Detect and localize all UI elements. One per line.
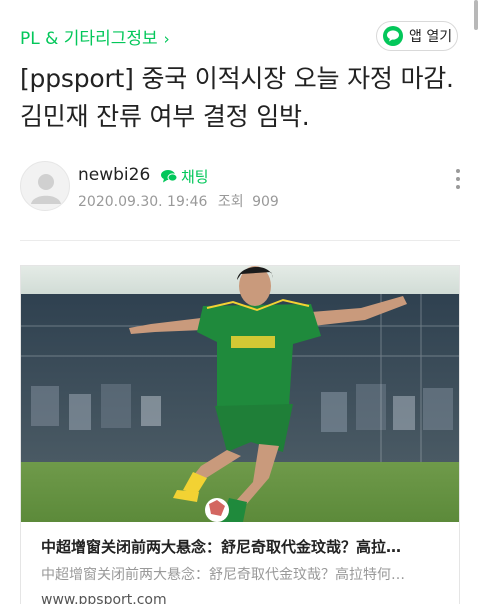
post-date: 2020.09.30. 19:46 <box>78 194 208 210</box>
author-nickname[interactable]: newbi26 <box>78 165 150 185</box>
chevron-right-icon: › <box>163 30 170 48</box>
views-count: 909 <box>252 194 279 210</box>
cafe-article-page: PL & 기타리그정보 › 앱 열기 [ppsport] 중국 이적시장 오늘 자… <box>0 0 480 604</box>
soccer-player-photo <box>21 266 459 522</box>
link-card-url[interactable]: www.ppsport.com <box>41 592 167 604</box>
open-app-label: 앱 열기 <box>409 29 453 45</box>
chat-icon <box>161 170 178 183</box>
views-label: 조회 <box>217 194 244 210</box>
chat-button[interactable]: 채팅 <box>160 166 209 187</box>
open-app-button[interactable]: 앱 열기 <box>376 21 458 51</box>
default-avatar-icon[interactable] <box>20 161 70 211</box>
link-card-title[interactable]: 中超增窗关闭前两大悬念：舒尼奇取代金玟哉？高拉… <box>41 536 441 557</box>
article-title: [ppsport] 중국 이적시장 오늘 자정 마감. 김민재 잔류 여부 결정… <box>20 64 454 131</box>
link-preview-card[interactable]: 中超增窗关闭前两大悬念：舒尼奇取代金玟哉？高拉… 中超增窗关闭前两大悬念：舒尼奇… <box>20 265 460 604</box>
link-card-description: 中超增窗关闭前两大悬念：舒尼奇取代金玟哉？高拉特何… <box>41 567 405 583</box>
board-breadcrumb[interactable]: PL & 기타리그정보 › <box>20 24 170 49</box>
chat-label: 채팅 <box>181 168 209 186</box>
author-info: newbi26 채팅 2020.09.30. 19:46 조회 909 <box>20 161 460 215</box>
divider <box>20 240 460 241</box>
more-vertical-icon[interactable] <box>454 169 462 191</box>
article-meta: 2020.09.30. 19:46 조회 909 <box>78 191 279 211</box>
chat-bubble-icon <box>383 26 403 46</box>
board-name[interactable]: PL & 기타리그정보 <box>20 29 158 49</box>
